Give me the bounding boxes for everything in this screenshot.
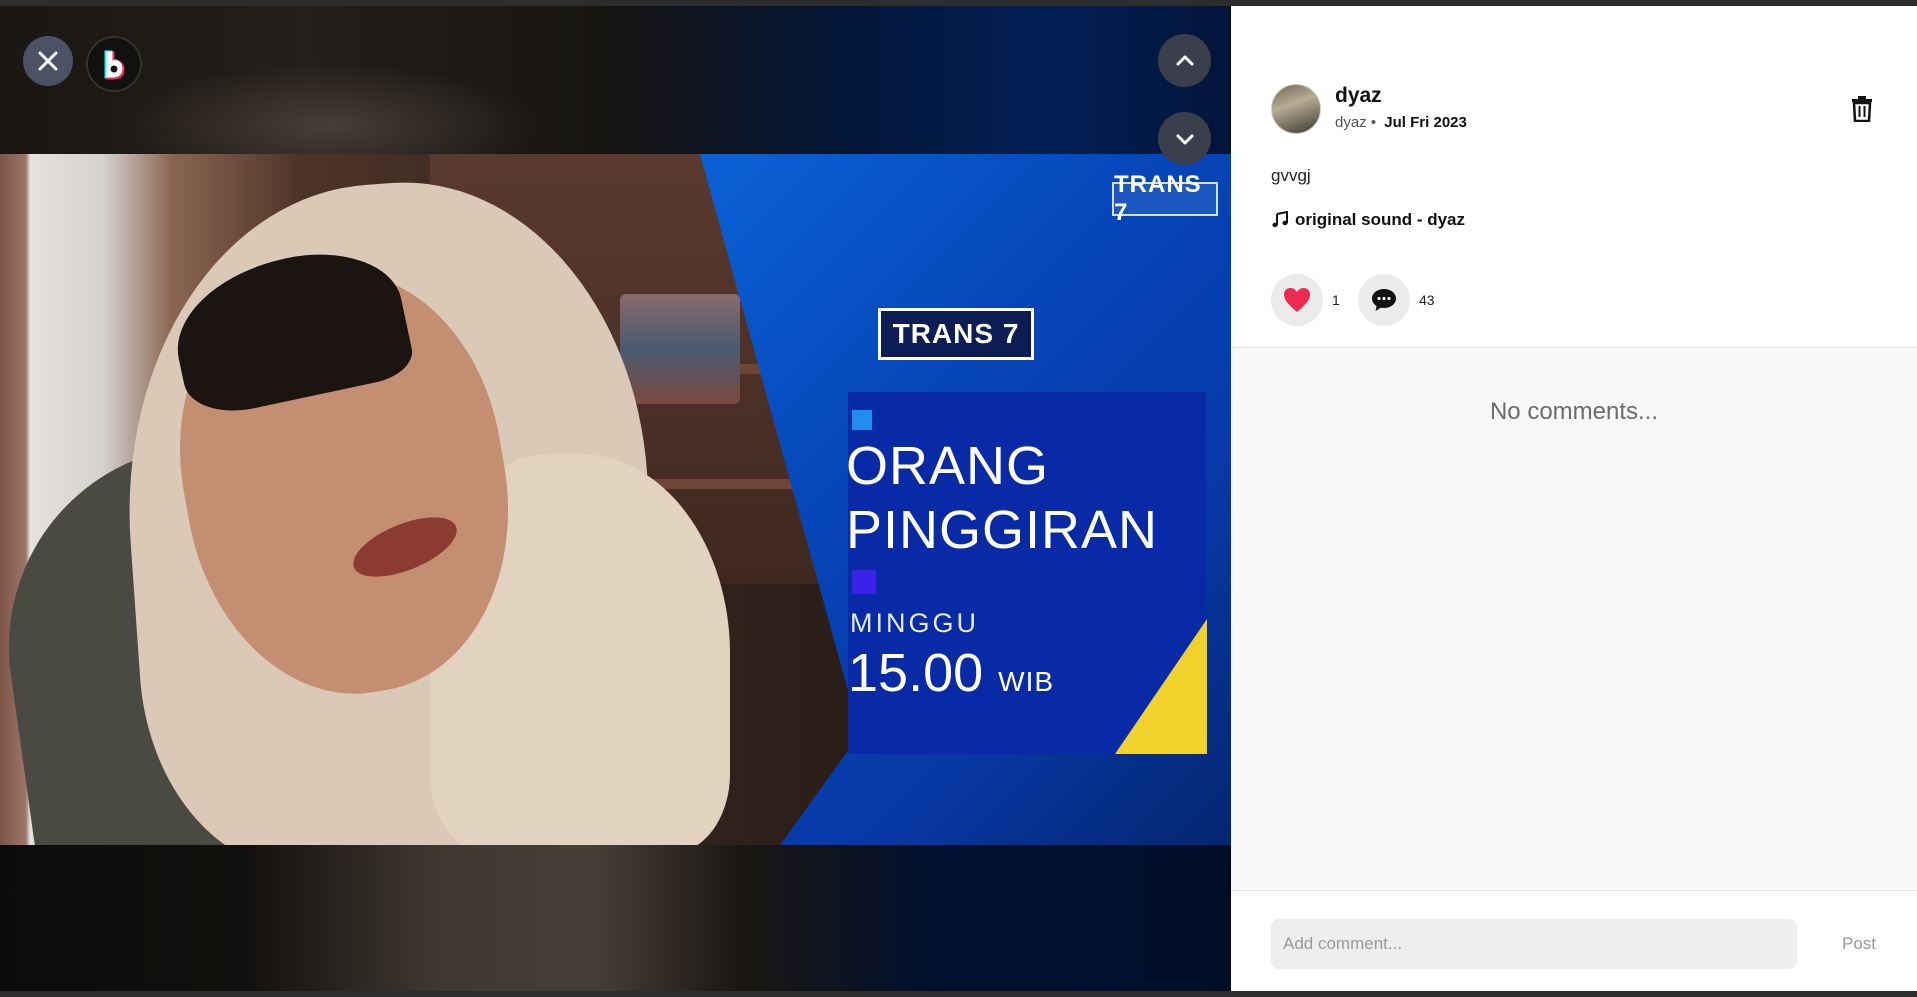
- next-video-button[interactable]: [1158, 112, 1211, 165]
- tv-title-line1: ORANG: [846, 436, 1050, 496]
- trans7-big-logo: TRANS 7: [878, 308, 1034, 360]
- comment-count: 43: [1419, 292, 1435, 308]
- tv-accent-square: [852, 410, 872, 430]
- comment-bubble-icon: [1372, 289, 1396, 311]
- previous-video-button[interactable]: [1158, 34, 1211, 87]
- post-sound[interactable]: original sound - dyaz: [1271, 210, 1465, 230]
- tv-time-value: 15.00: [848, 643, 984, 703]
- tv-title-line2: PINGGIRAN: [846, 500, 1159, 560]
- tv-show-time: 15.00 WIB: [848, 642, 1054, 704]
- comments-list[interactable]: No comments...: [1231, 348, 1917, 896]
- app-logo-icon: [104, 50, 125, 80]
- sound-label: original sound - dyaz: [1295, 210, 1466, 229]
- folded-clothes: [620, 294, 740, 404]
- close-button[interactable]: [23, 36, 73, 86]
- video-blur-background-bottom: [0, 845, 1231, 997]
- tv-show-day: MINGGU: [850, 608, 979, 638]
- heart-icon: [1284, 288, 1310, 312]
- video-blur-background-top: [0, 6, 1231, 154]
- comment-composer: Post: [1231, 890, 1917, 997]
- author-handle[interactable]: dyaz: [1335, 114, 1367, 131]
- like-count: 1: [1332, 292, 1340, 308]
- video-player[interactable]: TRANS 7 TRANS 7 ORANG PINGGIRAN MINGGU 1…: [0, 6, 1231, 997]
- bottom-strip: [0, 991, 1917, 997]
- chevron-up-icon: [1176, 55, 1193, 65]
- video-frame[interactable]: TRANS 7 TRANS 7 ORANG PINGGIRAN MINGGU 1…: [0, 154, 1231, 845]
- post-meta: dyaz • Jul Fri 2023: [1335, 114, 1467, 131]
- empty-comments-message: No comments...: [1489, 398, 1659, 425]
- post-caption: gvvgj: [1271, 166, 1311, 185]
- trans7-small-logo: TRANS 7: [1112, 171, 1218, 226]
- delete-post-button[interactable]: [1851, 96, 1873, 123]
- tv-show-title: ORANG PINGGIRAN: [846, 434, 1158, 562]
- app-logo-button[interactable]: [86, 36, 142, 92]
- comment-button[interactable]: [1358, 274, 1410, 326]
- trash-icon: [1852, 96, 1872, 123]
- like-button[interactable]: [1271, 274, 1323, 326]
- author-display-name[interactable]: dyaz: [1335, 84, 1382, 108]
- chevron-down-icon: [1176, 134, 1193, 144]
- tv-accent-square: [852, 570, 876, 594]
- meta-separator: •: [1370, 114, 1377, 131]
- post-comment-button[interactable]: Post: [1821, 921, 1897, 967]
- post-header-section: dyaz dyaz • Jul Fri 2023 gvvgj original …: [1231, 6, 1917, 348]
- post-date: Jul Fri 2023: [1384, 114, 1467, 131]
- music-note-icon: [1272, 211, 1288, 228]
- comment-input[interactable]: [1271, 919, 1797, 969]
- tv-time-suffix: WIB: [998, 666, 1055, 697]
- close-icon: [38, 51, 58, 71]
- avatar[interactable]: [1271, 84, 1321, 134]
- post-details-panel: dyaz dyaz • Jul Fri 2023 gvvgj original …: [1231, 6, 1917, 997]
